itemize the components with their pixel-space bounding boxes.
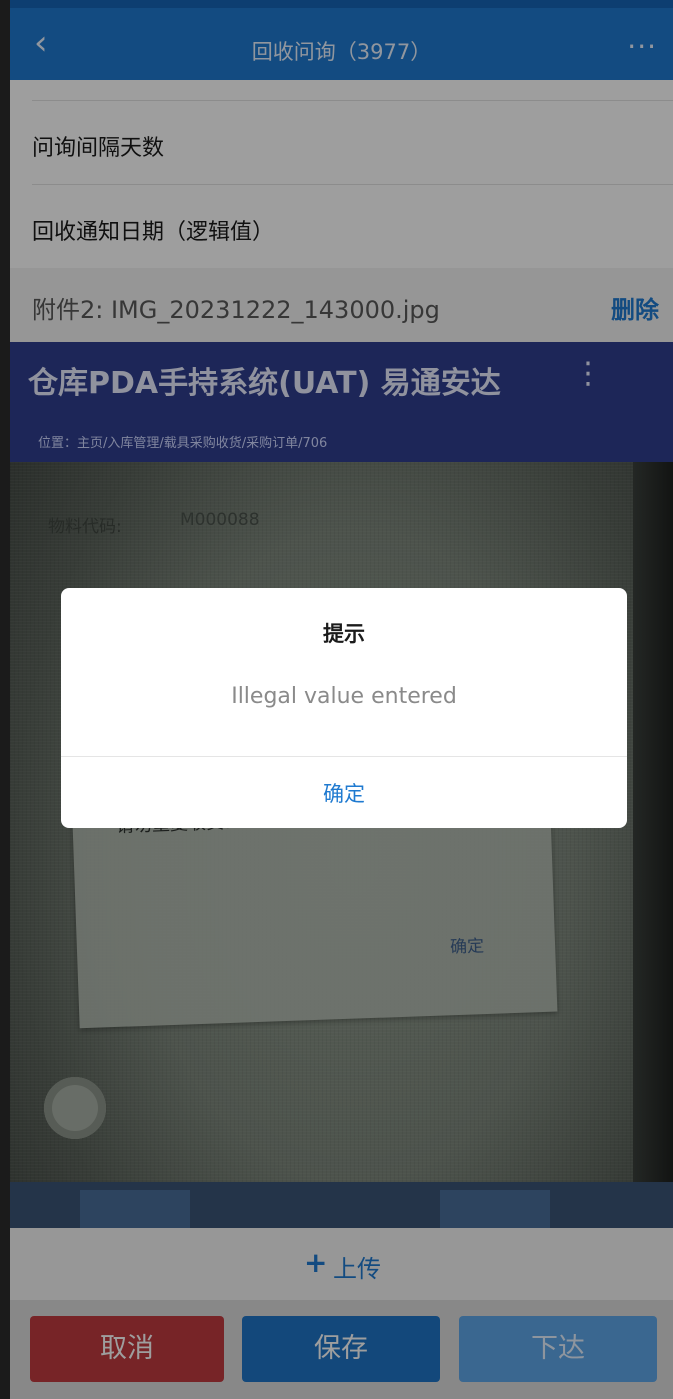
confirm-button[interactable]: 确定 [61, 778, 627, 808]
alert-title: 提示 [323, 622, 365, 646]
device-bezel [0, 0, 10, 1399]
alert-dialog: 提示 Illegal value entered 确定 [61, 588, 627, 828]
divider [61, 756, 627, 757]
alert-message: Illegal value entered [231, 684, 457, 709]
